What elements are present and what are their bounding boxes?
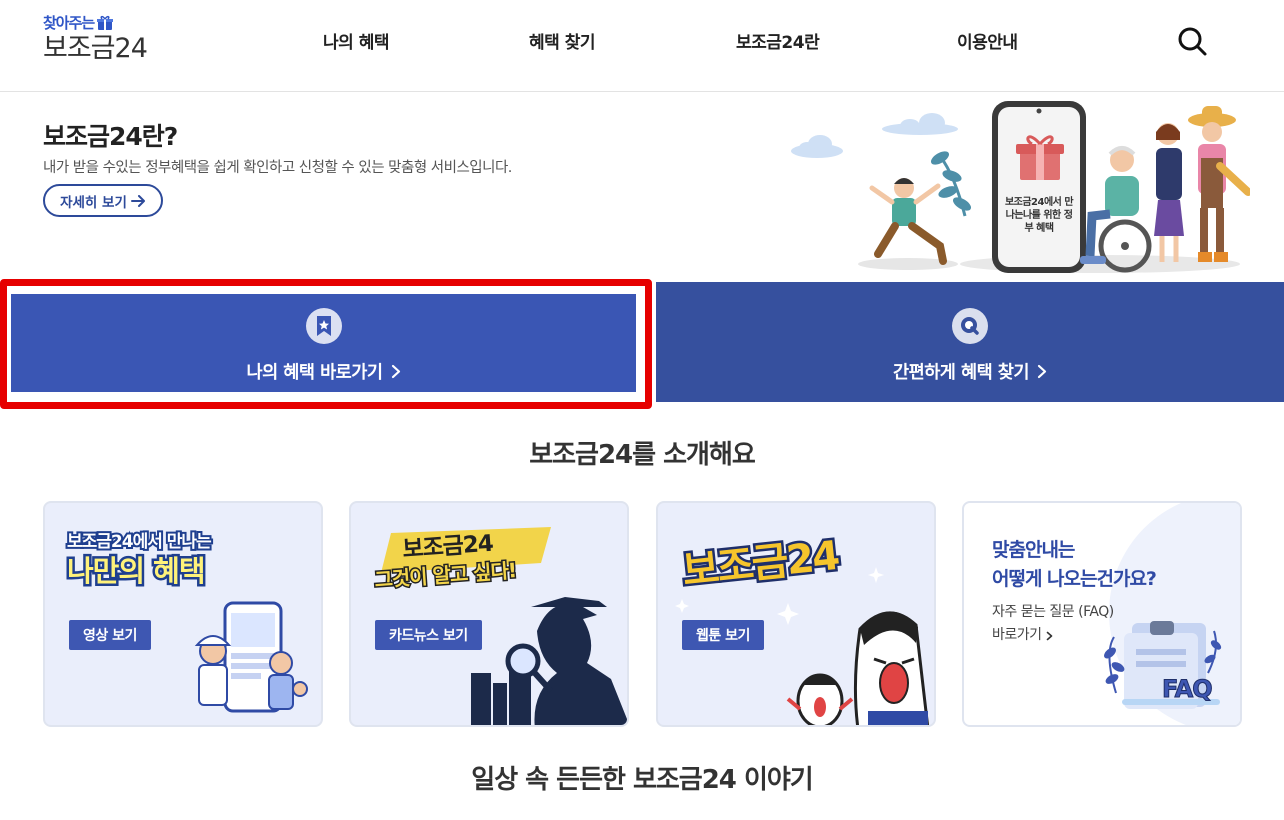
- card-art-text: 나만의 혜택: [67, 554, 205, 588]
- faq-title-line-1: 맞춤안내는: [992, 539, 1075, 561]
- search-icon[interactable]: [1176, 25, 1208, 57]
- nav-find-benefits[interactable]: 혜택 찾기: [529, 28, 595, 53]
- video-card-illustration: 보조금24에서 만나는 나만의 혜택: [65, 530, 308, 713]
- nav-guide[interactable]: 이용안내: [957, 28, 1018, 53]
- video-card[interactable]: 보조금24에서 만나는 나만의 혜택 영상 보기: [43, 501, 323, 727]
- easy-benefit-search-label: 간편하게 혜택 찾기: [893, 363, 1030, 383]
- faq-card[interactable]: FAQ 맞춤안내는 어떻게 나오는건가요? 자주 묻는 질문 (FAQ) 바로가…: [962, 501, 1242, 727]
- video-card-button[interactable]: 영상 보기: [69, 620, 151, 650]
- faq-shortcut-link[interactable]: 바로가기: [992, 624, 1114, 647]
- chevron-right-icon: [1046, 631, 1052, 640]
- phone-illustration: [992, 101, 1086, 273]
- elder-in-wheelchair-figure: [1080, 146, 1152, 273]
- easy-benefit-search-button[interactable]: 간편하게 혜택 찾기: [656, 282, 1284, 402]
- intro-description: 내가 받을 수있는 정부혜택을 쉽게 확인하고 신청할 수 있는 맞춤형 서비스…: [43, 160, 512, 176]
- cloud-icon: [791, 113, 958, 158]
- webtoon-card[interactable]: 보조금24 웹툰 보기: [656, 501, 936, 727]
- nav-about[interactable]: 보조금24란: [736, 28, 820, 53]
- webtoon-illustration: 보조금24: [675, 530, 930, 725]
- main-nav: 나의 혜택 혜택 찾기 보조금24란 이용안내: [0, 28, 1284, 58]
- faq-subtitle: 자주 묻는 질문 (FAQ): [992, 604, 1114, 620]
- card-art-text: 보조금24: [680, 533, 840, 595]
- phone-caption: 보조금24에서 만나는나를 위한 정부 혜택: [1004, 197, 1074, 234]
- stories-section-title: 일상 속 든든한 보조금24 이야기: [471, 765, 813, 795]
- faq-shortcut-label: 바로가기: [992, 627, 1042, 643]
- plant-icon: [930, 151, 972, 217]
- site-header: 찾아주는 보조금24 나의 혜택 혜택 찾기 보조금24란 이용안내: [0, 0, 1284, 92]
- highlight-frame: [0, 279, 652, 409]
- woman-figure: [1154, 123, 1184, 262]
- chevron-right-icon: [1037, 364, 1047, 379]
- card-news-card[interactable]: 보조금24 그것이 알고 싶다! 카드뉴스 보기: [349, 501, 629, 727]
- card-news-button[interactable]: 카드뉴스 보기: [375, 620, 482, 650]
- faq-subtitle-block: 자주 묻는 질문 (FAQ) 바로가기: [992, 601, 1114, 647]
- more-details-button[interactable]: 자세히 보기: [43, 184, 163, 217]
- farmer-figure: [1188, 106, 1250, 262]
- faq-badge: FAQ: [1162, 675, 1212, 703]
- card-news-illustration: 보조금24 그것이 알고 싶다!: [372, 527, 627, 725]
- introduction-section-title: 보조금24를 소개해요: [529, 440, 756, 470]
- webtoon-button[interactable]: 웹툰 보기: [682, 620, 764, 650]
- hero-illustration: 보조금24에서 만나는나를 위한 정부 혜택: [791, 101, 1250, 273]
- running-boy-figure: [869, 178, 947, 265]
- more-details-label: 자세히 보기: [60, 194, 127, 211]
- nav-my-benefits[interactable]: 나의 혜택: [323, 28, 389, 53]
- faq-title-line-2: 어떻게 나오는건가요?: [992, 568, 1157, 590]
- faq-title: 맞춤안내는 어떻게 나오는건가요?: [992, 536, 1157, 594]
- arrow-right-icon: [130, 194, 145, 207]
- intro-title: 보조금24란?: [43, 122, 178, 151]
- card-art-text: 보조금24에서 만나는: [67, 532, 212, 552]
- search-bubble-icon: [952, 308, 988, 344]
